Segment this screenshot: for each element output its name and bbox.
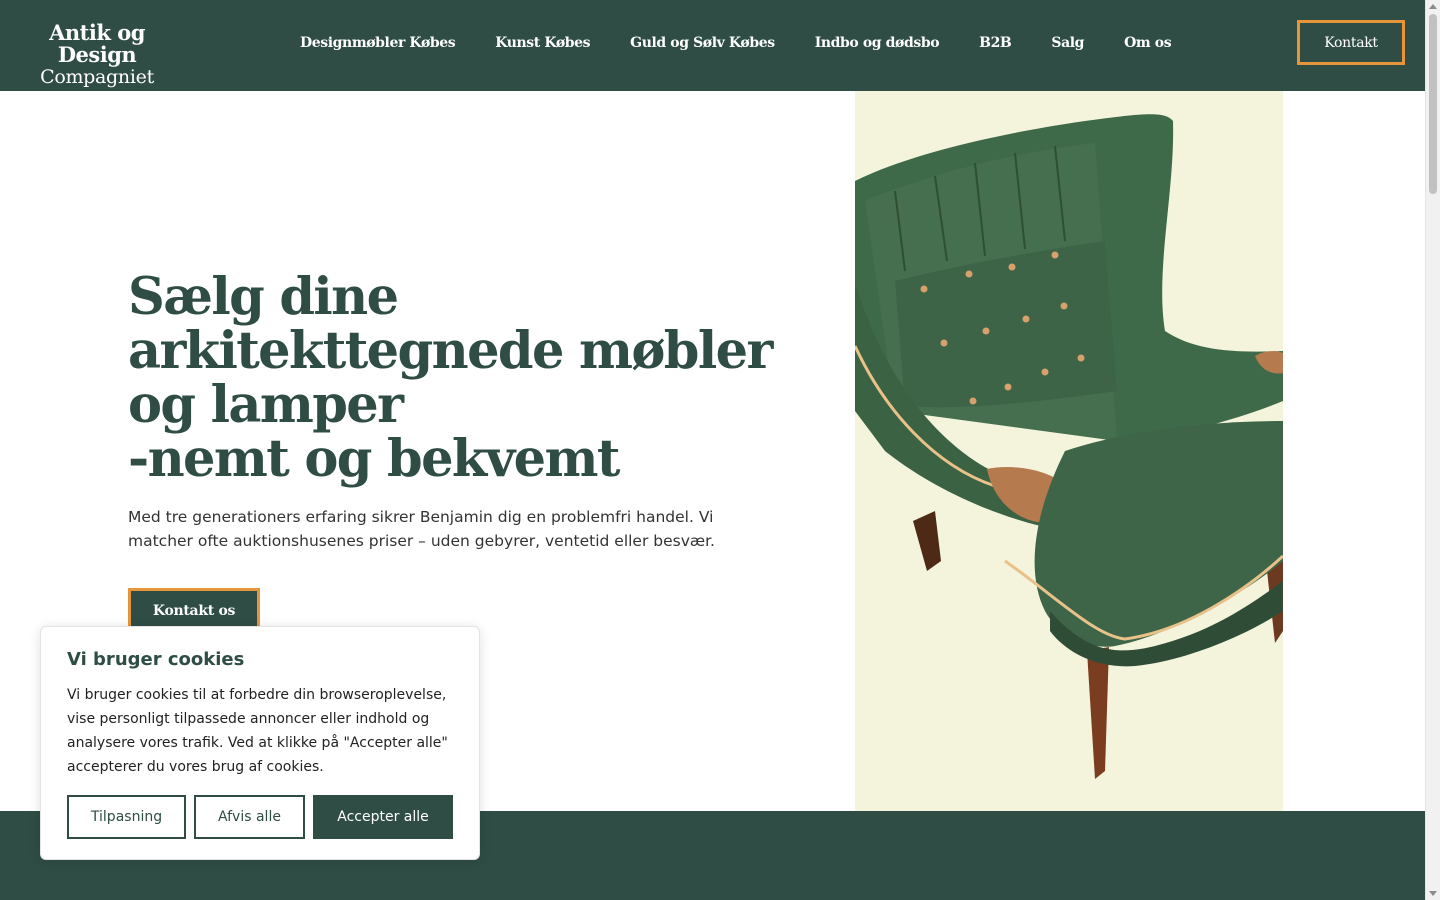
scroll-up-arrow-icon[interactable] bbox=[1429, 4, 1437, 9]
cookie-title: Vi bruger cookies bbox=[67, 649, 245, 670]
scroll-thumb[interactable] bbox=[1429, 14, 1437, 194]
hero-title-line: og lamper bbox=[128, 375, 404, 435]
customize-button[interactable]: Tilpasning bbox=[67, 795, 186, 839]
hero-title-line: Sælg dine bbox=[128, 267, 399, 327]
main-nav: Designmøbler Købes Kunst Købes Guld og S… bbox=[300, 0, 1211, 85]
nav-item-kunst[interactable]: Kunst Købes bbox=[495, 35, 590, 51]
cookie-actions: Tilpasning Afvis alle Accepter alle bbox=[67, 795, 453, 839]
page: Antik og Design Compagniet Designmøbler … bbox=[0, 0, 1425, 900]
page-scrollbar[interactable] bbox=[1425, 0, 1440, 900]
hero-title: Sælg dine arkitekttegnede møbler og lamp… bbox=[128, 267, 773, 489]
cookie-text: Vi bruger cookies til at forbedre din br… bbox=[67, 687, 448, 775]
nav-item-designmobler[interactable]: Designmøbler Købes bbox=[300, 35, 456, 51]
site-header: Antik og Design Compagniet Designmøbler … bbox=[0, 0, 1425, 91]
site-logo[interactable]: Antik og Design Compagniet bbox=[21, 20, 173, 89]
armchair-image bbox=[855, 91, 1283, 811]
reject-all-button[interactable]: Afvis alle bbox=[194, 795, 305, 839]
nav-item-om-os[interactable]: Om os bbox=[1124, 35, 1172, 51]
scroll-down-arrow-icon[interactable] bbox=[1429, 891, 1437, 896]
nav-item-guld-solv[interactable]: Guld og Sølv Købes bbox=[630, 35, 775, 51]
hero-title-line: -nemt og bekvemt bbox=[128, 429, 620, 489]
accept-all-button[interactable]: Accepter alle bbox=[313, 795, 453, 839]
nav-item-salg[interactable]: Salg bbox=[1051, 35, 1084, 51]
cookie-banner: Vi bruger cookies Vi bruger cookies til … bbox=[40, 626, 480, 860]
hero-title-line: arkitekttegnede møbler bbox=[128, 321, 773, 381]
nav-item-indbo-dodsbo[interactable]: Indbo og dødsbo bbox=[815, 35, 940, 51]
nav-item-b2b[interactable]: B2B bbox=[979, 35, 1012, 51]
hero-description: Med tre generationers erfaring sikrer Be… bbox=[128, 508, 715, 550]
logo-line-1: Antik og Design bbox=[49, 20, 145, 67]
logo-line-2: Compagniet bbox=[40, 66, 154, 88]
contact-button[interactable]: Kontakt bbox=[1297, 20, 1405, 65]
